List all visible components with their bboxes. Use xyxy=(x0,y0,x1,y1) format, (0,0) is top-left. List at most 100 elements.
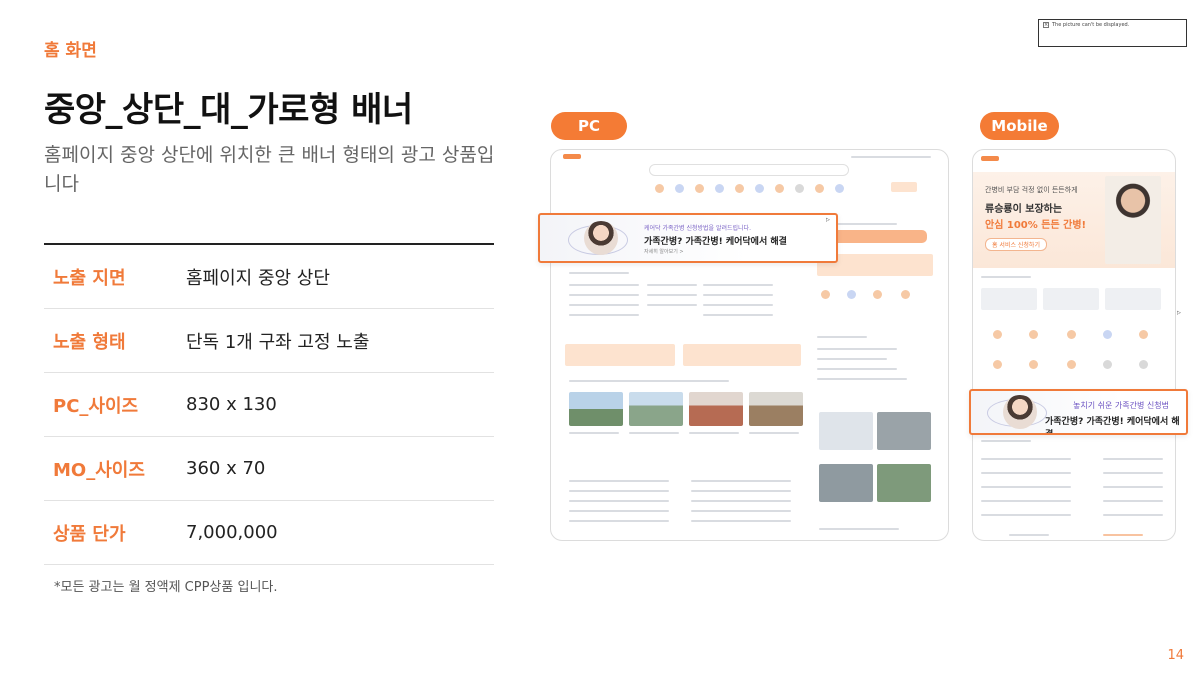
hero-cta: 홈 서비스 신청하기 xyxy=(985,238,1047,251)
tab-row xyxy=(569,380,729,382)
list-line xyxy=(569,500,669,502)
spec-value: 7,000,000 xyxy=(186,522,278,543)
facility-photo xyxy=(629,392,683,426)
spec-label: PC_사이즈 xyxy=(53,395,139,417)
spec-value: 홈페이지 중앙 상단 xyxy=(186,267,330,289)
mini-banner xyxy=(683,344,801,366)
mobile-label-pill: Mobile xyxy=(980,112,1059,140)
category-icon xyxy=(755,184,764,193)
service-icon xyxy=(1103,360,1112,369)
category-icon xyxy=(815,184,824,193)
list-line xyxy=(691,490,791,492)
spec-row: 상품 단가 7,000,000 xyxy=(44,501,494,565)
banner-link: 자세히 알아보기 > xyxy=(644,249,684,255)
broken-image-placeholder: × The picture can't be displayed. xyxy=(1038,19,1187,47)
list-line xyxy=(569,304,639,306)
list-line xyxy=(1103,458,1163,460)
service-icon xyxy=(1067,360,1076,369)
spec-label: 노출 지면 xyxy=(53,267,126,289)
list-line xyxy=(703,284,773,286)
category-icon xyxy=(675,184,684,193)
photo-caption xyxy=(689,432,739,434)
more-link xyxy=(1103,534,1143,536)
list-line xyxy=(703,314,773,316)
list-line xyxy=(1103,472,1163,474)
list-line xyxy=(569,314,639,316)
category-icon xyxy=(695,184,704,193)
spec-label: 상품 단가 xyxy=(53,523,126,545)
stat-card xyxy=(1043,288,1099,310)
list-line xyxy=(647,294,697,296)
category-icon xyxy=(835,184,844,193)
side-line xyxy=(819,528,899,530)
pc-label-pill: PC xyxy=(551,112,627,140)
category-icon xyxy=(715,184,724,193)
side-line xyxy=(817,378,907,380)
list-line xyxy=(691,500,791,502)
side-line xyxy=(817,358,887,360)
spec-table: 노출 지면 홈페이지 중앙 상단 노출 형태 단독 1개 구좌 고정 노출 PC… xyxy=(44,243,494,565)
mobile-banner-ad[interactable]: 놓치기 쉬운 가족간병 신청법 가족간병? 가족간병! 케어닥에서 해결 xyxy=(969,389,1188,435)
list-line xyxy=(647,284,697,286)
spec-row: PC_사이즈 830 x 130 xyxy=(44,373,494,437)
service-icon xyxy=(1029,330,1038,339)
side-line xyxy=(817,348,897,350)
list-line xyxy=(691,510,791,512)
banner-headline: 가족간병? 가족간병! 케어닥에서 해결 xyxy=(644,237,787,247)
banner-headline: 가족간병? 가족간병! 케어닥에서 해결 xyxy=(1045,417,1180,435)
list-line xyxy=(981,514,1071,516)
list-line xyxy=(703,294,773,296)
service-icon xyxy=(993,360,1002,369)
pc-banner-ad[interactable]: 케어닥 가족간병 신청방법을 알려드립니다. 가족간병? 가족간병! 케어닥에서… xyxy=(538,213,838,263)
page-number: 14 xyxy=(1167,648,1184,663)
service-icon xyxy=(1139,360,1148,369)
logo xyxy=(563,154,581,159)
broken-image-text: The picture can't be displayed. xyxy=(1052,22,1130,28)
article-photo xyxy=(819,412,873,450)
list-line xyxy=(647,304,697,306)
hero-line-3: 안심 100% 든든 간병! xyxy=(985,220,1087,231)
category-icon xyxy=(735,184,744,193)
list-line xyxy=(1103,500,1163,502)
hero-photo xyxy=(1105,176,1161,264)
spec-row: MO_사이즈 360 x 70 xyxy=(44,437,494,501)
list-line xyxy=(981,472,1071,474)
section-heading xyxy=(981,276,1031,278)
ad-marker-icon: ▷ xyxy=(1177,310,1181,316)
service-icon xyxy=(847,290,856,299)
list-line xyxy=(981,458,1071,460)
ad-marker-icon: ▷ xyxy=(826,217,830,223)
facility-photo xyxy=(569,392,623,426)
list-line xyxy=(569,284,639,286)
list-line xyxy=(569,480,669,482)
page-title: 중앙_상단_대_가로형 배너 xyxy=(44,90,413,130)
mobile-preview-frame: 간병비 부담 걱정 없이 든든하게 류승룡이 보장하는 안심 100% 든든 간… xyxy=(972,149,1176,541)
spec-label: MO_사이즈 xyxy=(53,459,145,481)
hero-line-2: 류승룡이 보장하는 xyxy=(985,204,1063,215)
stat-card xyxy=(1105,288,1161,310)
facility-photo xyxy=(689,392,743,426)
section-heading xyxy=(981,440,1031,442)
page-description: 홈페이지 중앙 상단에 위치한 큰 배너 형태의 광고 상품입니다 xyxy=(44,144,495,195)
section-heading xyxy=(569,272,629,274)
footnote: *모든 광고는 월 정액제 CPP상품 입니다. xyxy=(54,580,278,595)
pc-preview-frame xyxy=(550,149,949,541)
banner-subtitle: 놓치기 쉬운 가족간병 신청법 xyxy=(1073,401,1169,410)
side-line xyxy=(817,368,897,370)
service-icon xyxy=(901,290,910,299)
promo-chip xyxy=(891,182,917,192)
top-links xyxy=(851,156,931,158)
list-line xyxy=(691,480,791,482)
side-heading xyxy=(817,336,867,338)
service-icon xyxy=(1029,360,1038,369)
section-eyebrow: 홈 화면 xyxy=(44,41,97,61)
list-line xyxy=(569,510,669,512)
category-icon xyxy=(775,184,784,193)
list-line xyxy=(703,304,773,306)
broken-image-icon: × xyxy=(1043,22,1049,28)
logo xyxy=(981,156,999,161)
list-line xyxy=(1103,486,1163,488)
photo-caption xyxy=(749,432,799,434)
banner-model-photo xyxy=(584,221,618,255)
list-line xyxy=(1103,514,1163,516)
